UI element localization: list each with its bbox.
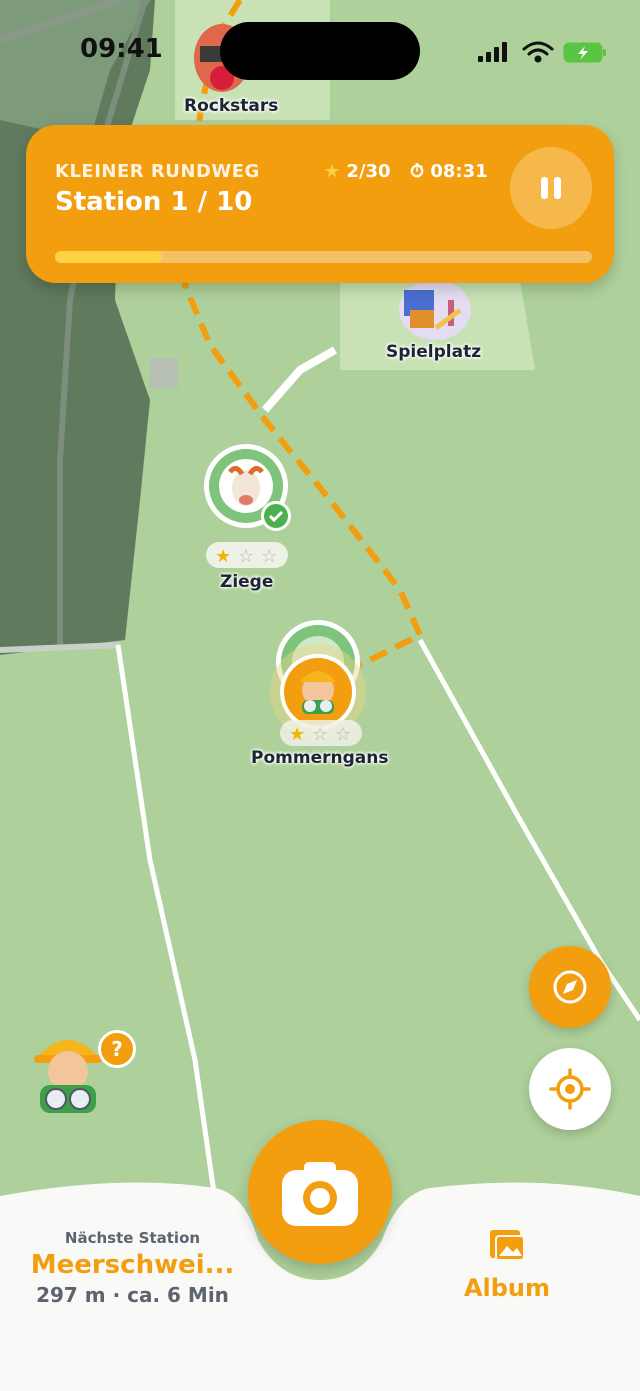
compass-button[interactable]	[529, 946, 611, 1028]
svg-text:☆: ☆	[312, 724, 328, 745]
building	[150, 358, 178, 388]
route-name: KLEINER RUNDWEG	[55, 161, 260, 182]
next-station-name[interactable]: Meerschwei...	[0, 1250, 265, 1280]
goat-station-icon[interactable]	[202, 442, 294, 534]
timer: ⏱ 08:31	[410, 161, 488, 182]
svg-text:★: ★	[289, 724, 305, 745]
svg-text:★: ★	[215, 546, 231, 567]
stars-count: ★ 2/30	[324, 161, 391, 182]
star-icon: ★	[324, 161, 341, 182]
goat-rating: ★ ☆ ☆	[206, 542, 288, 568]
help-icon[interactable]: ?	[98, 1030, 136, 1068]
playground-label[interactable]: Spielplatz	[386, 342, 481, 362]
stars-value: 2/30	[346, 161, 391, 182]
next-station-caption: Nächste Station	[64, 1229, 201, 1247]
locate-icon	[549, 1068, 591, 1110]
explorer-hint-avatar[interactable]	[28, 1025, 108, 1117]
compass-icon	[553, 970, 587, 1004]
status-bar: 09:41	[0, 0, 640, 100]
locate-button[interactable]	[529, 1048, 611, 1130]
pomeranian-goose-label[interactable]: Pommerngans	[251, 748, 388, 768]
tour-progress-fill	[55, 251, 163, 263]
goat-label[interactable]: Ziege	[220, 572, 273, 592]
svg-text:☆: ☆	[261, 546, 277, 567]
next-station-distance: 297 m · ca. 6 Min	[36, 1283, 229, 1307]
battery-icon	[563, 42, 606, 63]
goose-rating: ★ ☆ ☆	[280, 720, 362, 746]
pause-button[interactable]	[510, 147, 592, 229]
wifi-icon	[522, 41, 554, 63]
camera-button[interactable]	[248, 1120, 392, 1264]
timer-value: 08:31	[430, 161, 488, 182]
camera-icon	[282, 1162, 358, 1226]
tour-progress-bar	[55, 251, 592, 263]
svg-text:☆: ☆	[335, 724, 351, 745]
tour-status-card: KLEINER RUNDWEG Station 1 / 10 ★ 2/30 ⏱ …	[26, 125, 614, 283]
svg-text:☆: ☆	[238, 546, 254, 567]
status-time: 09:41	[80, 34, 163, 64]
station-progress: Station 1 / 10	[55, 187, 253, 217]
playground-poi-icon[interactable]	[396, 280, 474, 340]
dynamic-island	[220, 22, 420, 80]
album-button[interactable]: Album	[440, 1274, 574, 1302]
signal-icon	[478, 42, 507, 62]
timer-icon: ⏱	[410, 161, 425, 182]
status-icons	[478, 41, 606, 63]
album-icon[interactable]	[488, 1228, 526, 1262]
